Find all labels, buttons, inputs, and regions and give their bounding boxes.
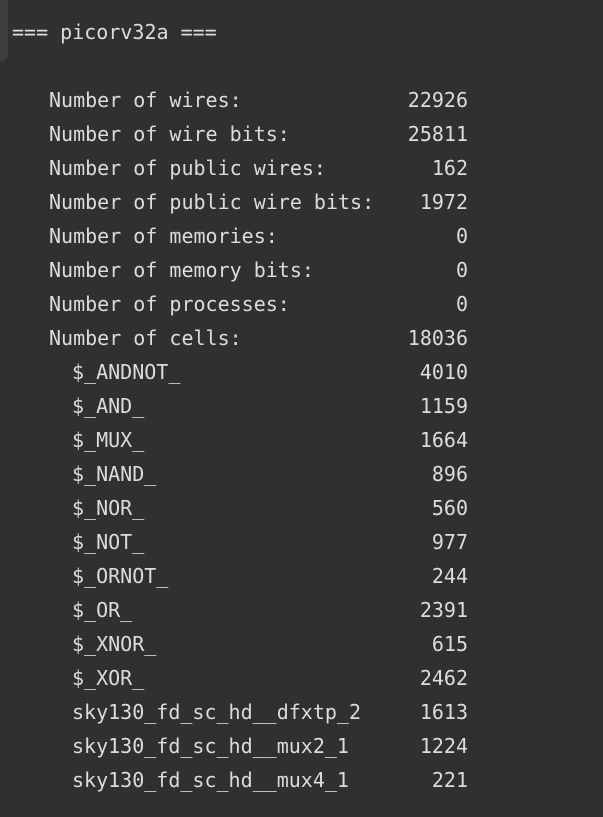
cell-row: $_OR_ 2391 (0, 593, 603, 627)
cell-type-label: $_OR_ (72, 598, 133, 622)
cell-count: 1613 (419, 700, 468, 724)
cell-count: 560 (431, 496, 468, 520)
stat-value: 162 (431, 156, 468, 180)
cell-row: $_NOT_ 977 (0, 525, 603, 559)
stat-value: 0 (455, 258, 468, 282)
cell-type-label: sky130_fd_sc_hd__mux2_1 (72, 734, 349, 758)
report-header: === picorv32a === (12, 20, 217, 44)
stat-label: Number of memories: (49, 224, 278, 248)
cell-row: $_AND_ 1159 (0, 389, 603, 423)
cell-count: 896 (431, 462, 468, 486)
cell-row: sky130_fd_sc_hd__mux4_1 221 (0, 763, 603, 797)
cell-row: $_ANDNOT_ 4010 (0, 355, 603, 389)
cell-count: 1224 (419, 734, 468, 758)
cell-count: 221 (431, 768, 468, 792)
cell-row: $_XNOR_ 615 (0, 627, 603, 661)
stat-row-public-wires: Number of public wires: 162 (0, 151, 603, 185)
stats-list: Number of wires: 22926 Number of wire bi… (0, 83, 603, 797)
cell-type-label: $_ANDNOT_ (72, 360, 181, 384)
stat-label: Number of wire bits: (49, 122, 290, 146)
cell-row: sky130_fd_sc_hd__mux2_1 1224 (0, 729, 603, 763)
stat-label: Number of cells: (49, 326, 242, 350)
cell-type-label: $_XOR_ (72, 666, 145, 690)
stat-row-cells: Number of cells: 18036 (0, 321, 603, 355)
cell-row: $_XOR_ 2462 (0, 661, 603, 695)
cell-count: 244 (431, 564, 468, 588)
stat-label: Number of wires: (49, 88, 242, 112)
stat-row-memory-bits: Number of memory bits: 0 (0, 253, 603, 287)
cell-type-label: $_XNOR_ (72, 632, 157, 656)
cell-row: sky130_fd_sc_hd__dfxtp_2 1613 (0, 695, 603, 729)
stat-value: 22926 (407, 88, 468, 112)
cell-row: $_MUX_ 1664 (0, 423, 603, 457)
cell-count: 4010 (419, 360, 468, 384)
stat-label: Number of processes: (49, 292, 290, 316)
cell-row: $_NAND_ 896 (0, 457, 603, 491)
stat-value: 0 (455, 292, 468, 316)
stat-label: Number of memory bits: (49, 258, 314, 282)
cell-type-label: $_MUX_ (72, 428, 145, 452)
stat-row-processes: Number of processes: 0 (0, 287, 603, 321)
cell-count: 615 (431, 632, 468, 656)
stat-row-memories: Number of memories: 0 (0, 219, 603, 253)
stat-value: 0 (455, 224, 468, 248)
stat-row-wire-bits: Number of wire bits: 25811 (0, 117, 603, 151)
cell-type-label: $_NOR_ (72, 496, 145, 520)
stat-row-wires: Number of wires: 22926 (0, 83, 603, 117)
cell-row: $_NOR_ 560 (0, 491, 603, 525)
cell-type-label: $_ORNOT_ (72, 564, 169, 588)
scrollbar-corner (0, 0, 8, 62)
stat-label: Number of public wire bits: (49, 190, 375, 214)
cell-row: $_ORNOT_ 244 (0, 559, 603, 593)
cell-type-label: sky130_fd_sc_hd__dfxtp_2 (72, 700, 361, 724)
cell-type-label: sky130_fd_sc_hd__mux4_1 (72, 768, 349, 792)
cell-type-label: $_AND_ (72, 394, 145, 418)
terminal-output: === picorv32a === Number of wires: 22926… (0, 0, 603, 817)
cell-count: 2391 (419, 598, 468, 622)
cell-count: 1159 (419, 394, 468, 418)
cell-count: 977 (431, 530, 468, 554)
stat-value: 18036 (407, 326, 468, 350)
cell-count: 1664 (419, 428, 468, 452)
cell-type-label: $_NOT_ (72, 530, 145, 554)
cell-count: 2462 (419, 666, 468, 690)
stat-value: 25811 (407, 122, 468, 146)
stat-value: 1972 (419, 190, 468, 214)
stat-row-public-wire-bits: Number of public wire bits: 1972 (0, 185, 603, 219)
stat-label: Number of public wires: (49, 156, 326, 180)
cell-type-label: $_NAND_ (72, 462, 157, 486)
